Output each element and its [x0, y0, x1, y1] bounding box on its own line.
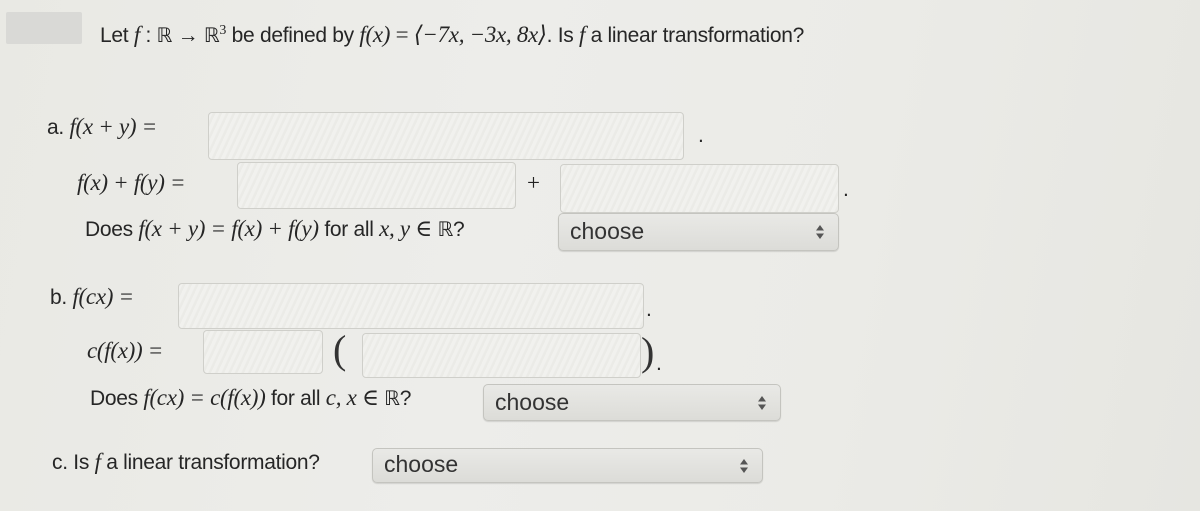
part-a-row1: a. f(x + y) = — [47, 114, 157, 140]
part-b-fx-input[interactable] — [362, 333, 641, 378]
part-a-f-sum-input[interactable] — [208, 112, 684, 160]
part-a-label: a. — [47, 116, 64, 139]
equals: = — [390, 22, 414, 47]
part-b-c-input[interactable] — [203, 330, 323, 374]
part-b-row2: c(f(x)) = — [87, 338, 163, 364]
question-text: for all — [318, 218, 380, 241]
part-b-fcx-input[interactable] — [178, 283, 644, 329]
element-of: ∈ — [409, 216, 438, 241]
question-vars: c, x — [325, 385, 357, 410]
arrow: → — [172, 24, 204, 47]
part-b-answer-select[interactable]: choose — [483, 384, 781, 421]
part-a-answer-select[interactable]: choose — [558, 213, 839, 251]
function-expression: f(x) — [359, 22, 391, 47]
codomain-set: ℝ — [203, 23, 220, 47]
part-b-lhs-fcx: f(cx) = — [72, 284, 134, 309]
element-of: ∈ — [356, 385, 385, 410]
part-c-answer-select[interactable]: choose — [372, 448, 763, 483]
period: . — [656, 352, 662, 375]
problem-statement: Let f : ℝ → ℝ3 be defined by f(x) = ⟨−7x… — [100, 22, 804, 48]
question-text: Does — [85, 218, 139, 241]
question-text: a linear transformation? — [100, 451, 320, 474]
statement-text: a linear transformation? — [585, 24, 805, 47]
up-down-arrows-icon — [816, 225, 824, 239]
domain-set: ℝ — [156, 23, 173, 47]
question-text: Does — [90, 387, 144, 410]
select-value: choose — [495, 389, 570, 415]
period: . — [646, 298, 652, 321]
part-b-row1: b. f(cx) = — [50, 284, 134, 310]
part-c-question: c. Is f a linear transformation? — [52, 449, 320, 475]
question-text: for all — [265, 387, 326, 410]
question-text: Is — [73, 451, 95, 474]
up-down-arrows-icon — [758, 395, 766, 410]
select-value: choose — [570, 218, 645, 244]
part-a-fy-input[interactable] — [560, 164, 839, 213]
real-set: ℝ — [384, 386, 400, 410]
statement-text: . Is — [546, 24, 579, 47]
colon: : — [139, 24, 157, 47]
part-a-row2: f(x) + f(y) = — [77, 170, 186, 196]
period: . — [698, 124, 704, 147]
part-c-label: c. — [52, 451, 68, 474]
question-vars: x, y — [379, 216, 410, 241]
statement-text: be defined by — [226, 24, 360, 47]
statement-text: Let — [100, 24, 129, 47]
function-formula: ⟨−7x, −3x, 8x⟩ — [413, 22, 547, 47]
real-set: ℝ — [437, 217, 454, 241]
question-math: f(cx) = c(f(x)) — [143, 385, 266, 410]
open-paren: ( — [333, 327, 347, 372]
select-value: choose — [384, 451, 459, 477]
part-b-lhs-cfx: c(f(x)) = — [87, 338, 164, 363]
question-mark: ? — [399, 387, 412, 410]
part-a-question: Does f(x + y) = f(x) + f(y) for all x, y… — [85, 216, 465, 242]
part-b-label: b. — [50, 286, 67, 309]
redacted-area — [6, 12, 82, 44]
close-paren: ) — [641, 329, 655, 374]
question-mark: ? — [453, 218, 465, 241]
up-down-arrows-icon — [740, 458, 748, 473]
part-a-fx-input[interactable] — [237, 162, 516, 209]
part-a-lhs-sum: f(x + y) = — [69, 114, 157, 139]
period: . — [843, 178, 849, 201]
question-math: f(x + y) = f(x) + f(y) — [138, 216, 319, 241]
part-b-question: Does f(cx) = c(f(x)) for all c, x ∈ ℝ? — [90, 385, 411, 411]
part-a-lhs-fx-plus-fy: f(x) + f(y) = — [77, 170, 186, 195]
plus-sign: + — [527, 170, 540, 195]
